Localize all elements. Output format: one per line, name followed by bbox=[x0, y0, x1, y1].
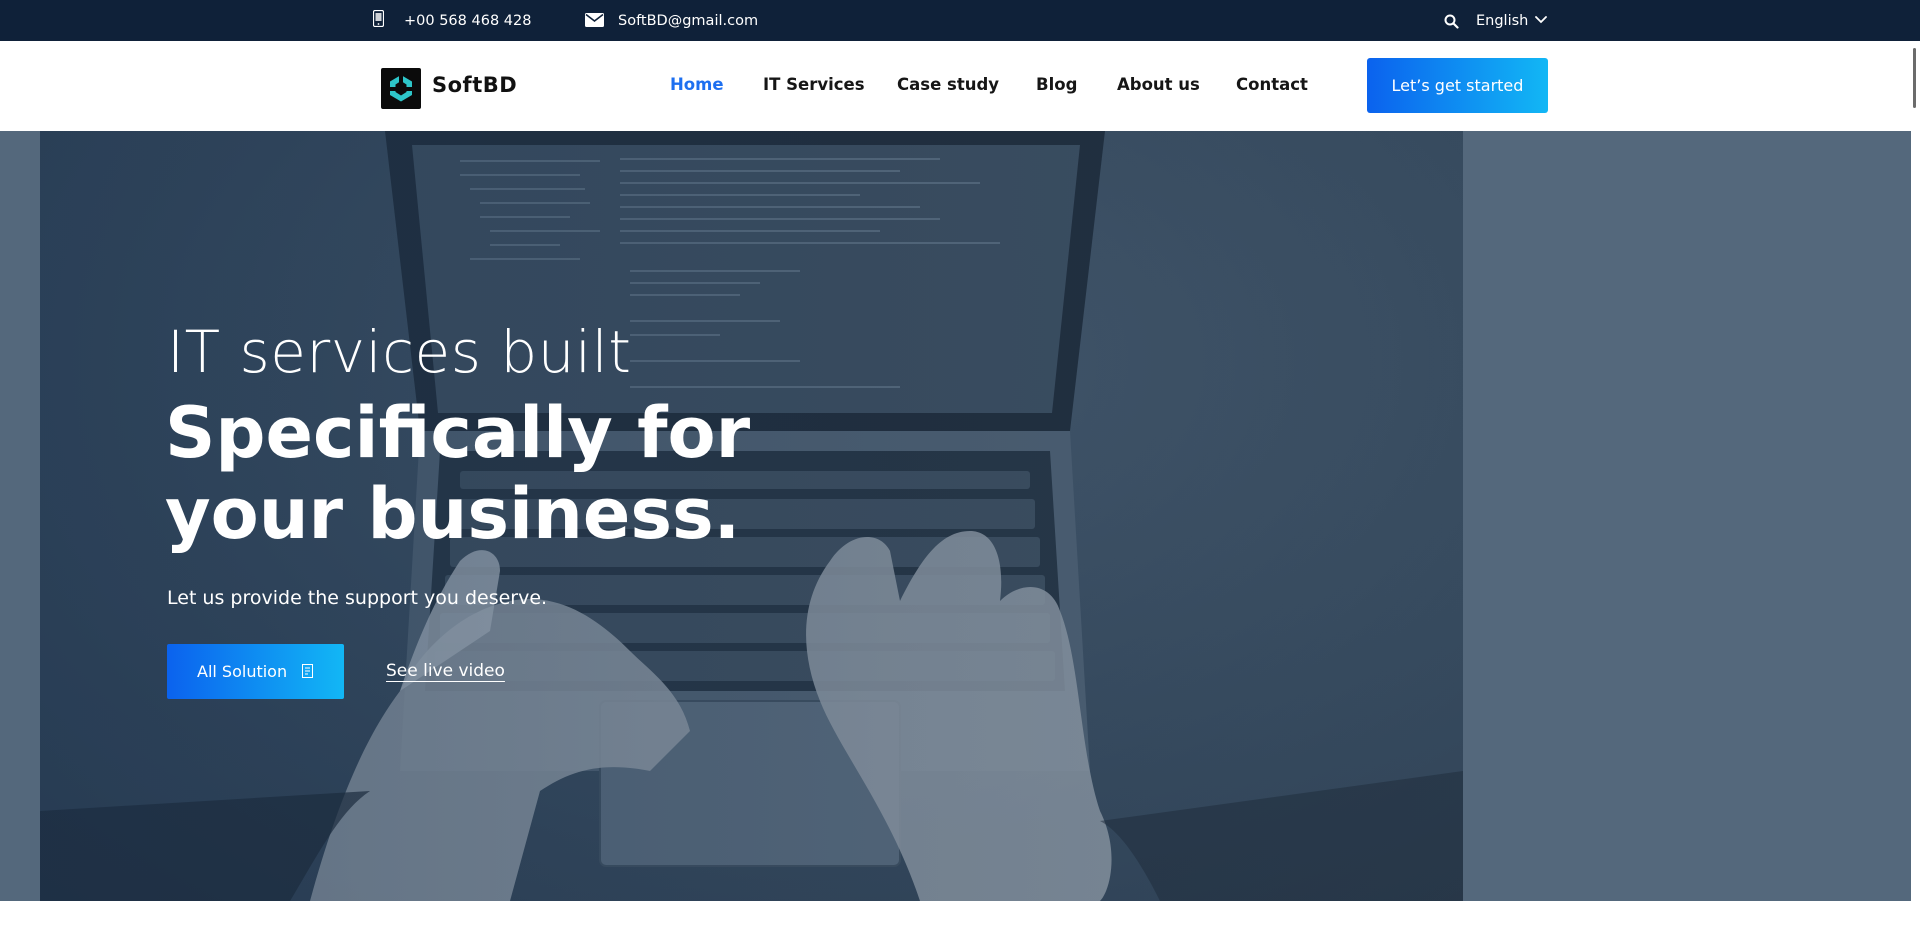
nav-home[interactable]: Home bbox=[670, 75, 724, 94]
scrollbar-thumb[interactable] bbox=[1913, 48, 1916, 108]
nav-contact[interactable]: Contact bbox=[1236, 75, 1308, 94]
hero-title-line1: IT services built bbox=[167, 318, 632, 386]
all-solution-button[interactable]: All Solution bbox=[167, 644, 344, 699]
phone-number[interactable]: +00 568 468 428 bbox=[404, 0, 531, 41]
language-selector[interactable]: English bbox=[1476, 0, 1528, 41]
logo-text[interactable]: SoftBD bbox=[432, 73, 517, 97]
arrow-icon bbox=[302, 664, 313, 678]
get-started-button[interactable]: Let’s get started bbox=[1367, 58, 1548, 113]
all-solution-label: All Solution bbox=[197, 662, 288, 681]
site-header: SoftBD Home IT Services Case study Blog … bbox=[0, 41, 1920, 131]
nav-it-services[interactable]: IT Services bbox=[763, 75, 865, 94]
mail-icon bbox=[585, 13, 604, 27]
email-address[interactable]: SoftBD@gmail.com bbox=[618, 0, 758, 41]
logo-icon[interactable] bbox=[381, 68, 421, 109]
scrollbar[interactable] bbox=[1911, 41, 1920, 947]
search-icon[interactable] bbox=[1444, 14, 1459, 29]
hero-title-line3: your business. bbox=[165, 473, 741, 555]
hero-subtitle: Let us provide the support you deserve. bbox=[167, 587, 548, 609]
nav-case-study[interactable]: Case study bbox=[897, 75, 999, 94]
see-live-video-link[interactable]: See live video bbox=[386, 661, 505, 681]
nav-blog[interactable]: Blog bbox=[1036, 75, 1077, 94]
hero-title-line2: Specifically for bbox=[165, 392, 751, 474]
chevron-down-icon[interactable] bbox=[1535, 16, 1547, 24]
nav-about-us[interactable]: About us bbox=[1117, 75, 1200, 94]
phone-icon bbox=[373, 10, 384, 27]
top-bar: +00 568 468 428 SoftBD@gmail.com English bbox=[0, 0, 1920, 41]
